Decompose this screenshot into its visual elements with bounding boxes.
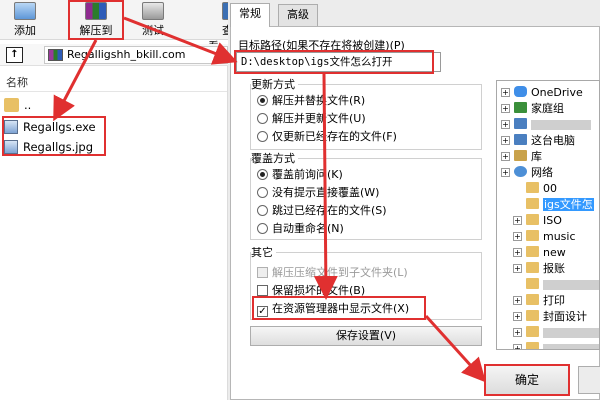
arrow-checkbox-to-ok bbox=[424, 314, 487, 383]
annotation-arrows bbox=[53, 16, 487, 383]
arrow-path-to-checkbox bbox=[313, 73, 338, 300]
arrow-extract-to-path bbox=[123, 16, 238, 65]
arrow-extract-to-files bbox=[53, 39, 98, 122]
tab-general[interactable]: 常规 bbox=[230, 3, 270, 27]
